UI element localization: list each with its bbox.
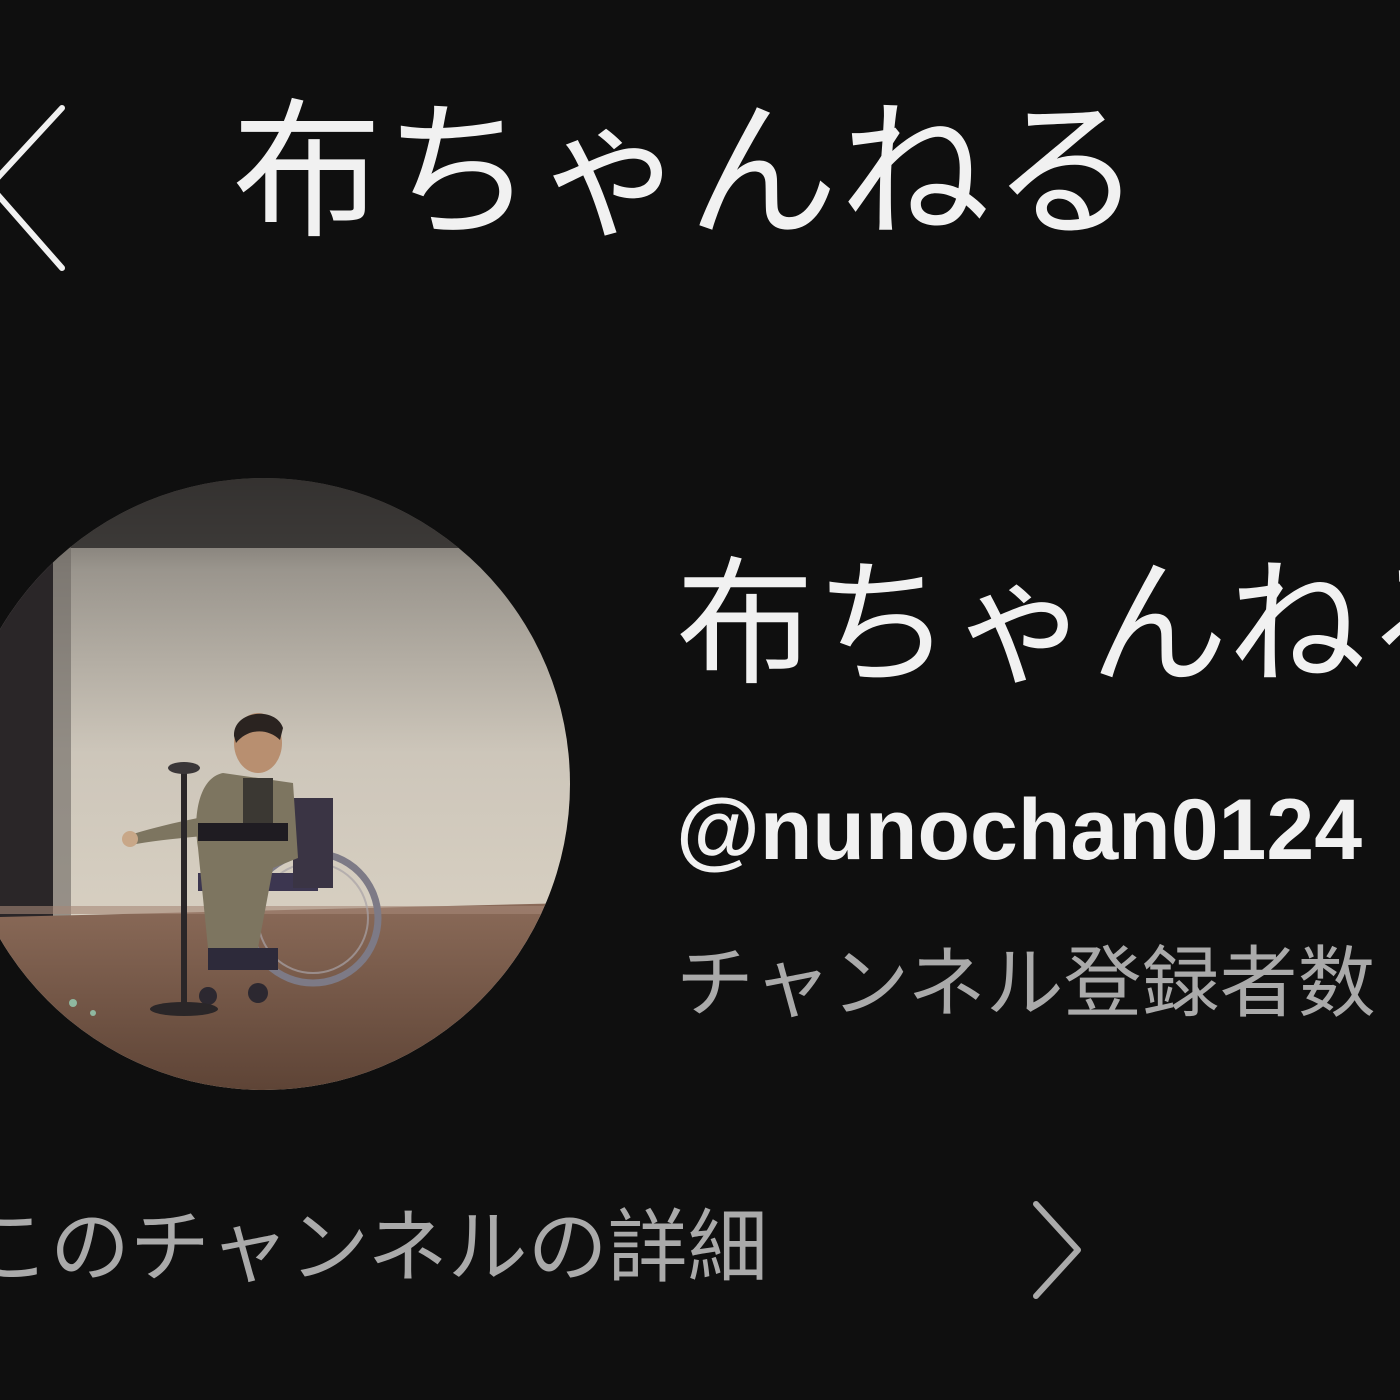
avatar-image [0,478,570,1090]
channel-handle: @nunochan0124 [676,782,1363,878]
avatar[interactable] [0,478,570,1090]
back-button[interactable] [0,100,80,280]
channel-details-link[interactable]: このチャンネルの詳細 [0,1190,1110,1310]
channel-name: 布ちゃんねる [676,544,1400,705]
channel-details-label: このチャンネルの詳細 [0,1201,768,1294]
top-app-bar: 布ちゃんねる [0,0,1400,330]
chevron-right-icon [1033,1201,1081,1299]
channel-info: 布ちゃんねる @nunochan0124 チャンネル登録者数 [0,440,1400,1120]
chevron-left-icon [0,105,65,271]
subscriber-count: チャンネル登録者数 [676,939,1376,1029]
header-title: 布ちゃんねる [232,86,1145,260]
